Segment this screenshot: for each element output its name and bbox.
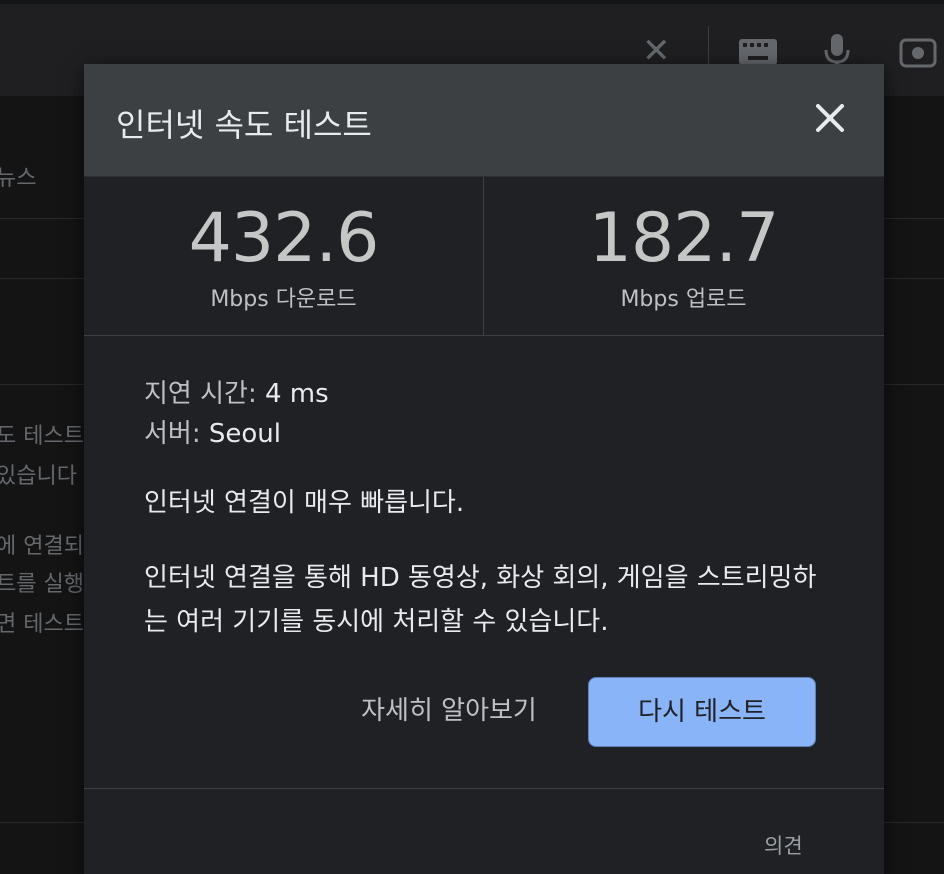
dialog-header: 인터넷 속도 테스트 xyxy=(84,64,884,176)
connection-detail: 인터넷 연결을 통해 HD 동영상, 화상 회의, 게임을 스트리밍하 는 여러… xyxy=(144,556,844,644)
dialog-title: 인터넷 속도 테스트 xyxy=(116,106,372,144)
speed-results: 432.6 Mbps 다운로드 182.7 Mbps 업로드 xyxy=(84,176,884,336)
close-icon[interactable] xyxy=(810,98,850,138)
connection-detail-line: 인터넷 연결을 통해 HD 동영상, 화상 회의, 게임을 스트리밍하 xyxy=(144,563,817,593)
download-speed-value: 432.6 xyxy=(188,199,380,278)
latency-value: 4 ms xyxy=(264,379,329,409)
feedback-link[interactable]: 의견 xyxy=(764,830,803,860)
footer-divider xyxy=(84,788,884,789)
download-result: 432.6 Mbps 다운로드 xyxy=(84,177,484,335)
speed-test-dialog: 인터넷 속도 테스트 432.6 Mbps 다운로드 182.7 Mbps 업로… xyxy=(84,64,884,874)
server-value: Seoul xyxy=(208,419,281,449)
connection-detail-line: 는 여러 기기를 동시에 처리할 수 있습니다. xyxy=(144,607,609,637)
download-speed-label: Mbps 다운로드 xyxy=(210,287,357,312)
latency-label: 지연 시간: xyxy=(144,379,257,409)
upload-speed-label: Mbps 업로드 xyxy=(620,287,747,312)
server-row: 서버: Seoul xyxy=(144,414,844,454)
learn-more-button[interactable]: 자세히 알아보기 xyxy=(354,686,544,736)
retest-button[interactable]: 다시 테스트 xyxy=(588,677,816,747)
connection-summary: 인터넷 연결이 매우 빠릅니다. xyxy=(144,488,465,518)
test-details: 지연 시간: 4 ms 서버: Seoul xyxy=(144,374,844,454)
server-label: 서버: xyxy=(144,419,201,449)
latency-row: 지연 시간: 4 ms xyxy=(144,374,844,414)
upload-result: 182.7 Mbps 업로드 xyxy=(484,177,883,335)
upload-speed-value: 182.7 xyxy=(588,199,780,278)
